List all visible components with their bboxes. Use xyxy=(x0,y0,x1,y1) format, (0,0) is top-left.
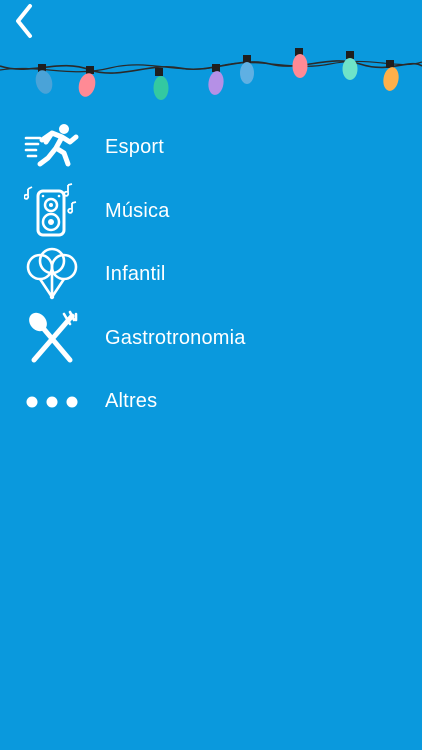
runner-icon xyxy=(24,120,80,176)
menu-item-label: Música xyxy=(105,199,170,222)
more-dots-icon xyxy=(24,374,80,430)
bulb xyxy=(342,51,358,80)
bulb xyxy=(208,64,224,95)
bulb xyxy=(153,68,169,100)
menu-item-musica[interactable]: Música xyxy=(0,180,422,244)
menu-item-esport[interactable]: Esport xyxy=(0,116,422,180)
speaker-music-icon xyxy=(24,183,80,239)
bulb xyxy=(240,55,254,84)
category-menu: Esport Música Infantil Gastrotronomia Al… xyxy=(0,116,422,434)
menu-item-label: Infantil xyxy=(105,263,166,286)
bulb xyxy=(292,48,308,78)
menu-item-label: Esport xyxy=(105,136,165,159)
menu-item-gastrotronomia[interactable]: Gastrotronomia xyxy=(0,307,422,371)
menu-item-label: Altres xyxy=(105,390,158,413)
menu-item-label: Gastrotronomia xyxy=(105,326,246,349)
menu-item-infantil[interactable]: Infantil xyxy=(0,243,422,307)
string-lights-decoration xyxy=(0,48,422,100)
spoon-fork-icon xyxy=(24,310,80,366)
menu-item-altres[interactable]: Altres xyxy=(0,370,422,434)
balloons-icon xyxy=(24,247,80,303)
